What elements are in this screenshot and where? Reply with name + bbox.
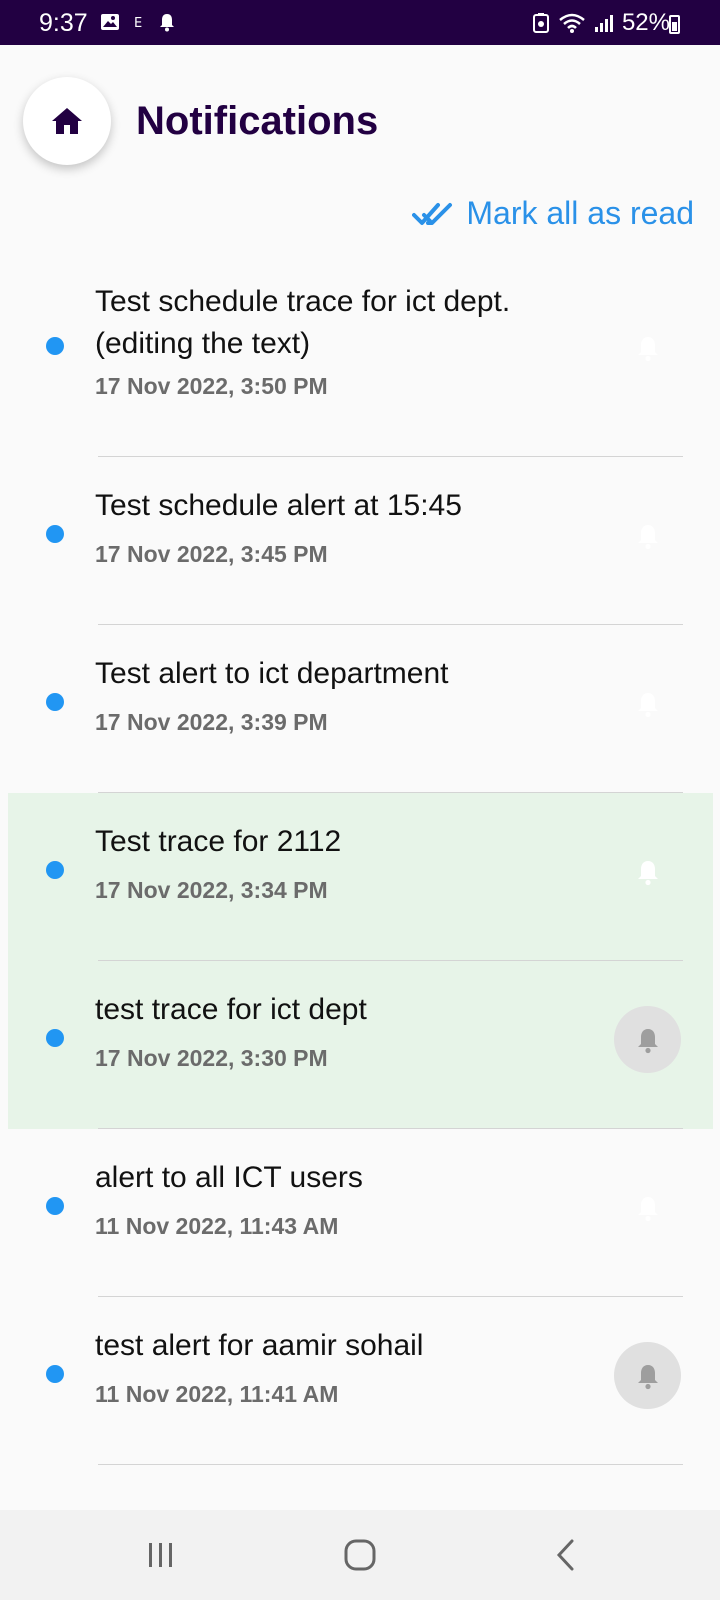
unread-dot — [46, 1365, 64, 1383]
battery-icon — [669, 15, 680, 34]
recent-apps-icon — [149, 1543, 172, 1567]
notification-time: 17 Nov 2022, 3:34 PM — [95, 877, 328, 903]
status-bar: 9:37 E 52% — [0, 0, 720, 45]
notification-item[interactable]: alert to all ICT users 11 Nov 2022, 11:4… — [8, 1129, 713, 1297]
notification-bell-button[interactable] — [614, 502, 681, 569]
page-title: Notifications — [136, 99, 379, 143]
notification-time: 11 Nov 2022, 11:43 AM — [95, 1213, 339, 1239]
bell-icon — [637, 524, 658, 549]
notification-item[interactable]: Test schedule alert at 15:45 17 Nov 2022… — [8, 457, 713, 625]
status-left-icons: E — [100, 12, 176, 32]
home-icon — [52, 108, 82, 134]
notification-bell-button[interactable] — [614, 314, 681, 381]
battery-saver-icon — [532, 13, 549, 33]
notification-bell-button[interactable] — [614, 1174, 681, 1241]
signal-icon — [594, 15, 613, 32]
wifi-icon — [559, 13, 585, 33]
unread-dot — [46, 1029, 64, 1047]
notification-item[interactable]: test alert for aamir sohail 11 Nov 2022,… — [8, 1297, 713, 1465]
bell-icon — [637, 860, 658, 885]
unread-dot — [46, 861, 64, 879]
mark-all-read-label: Mark all as read — [466, 195, 694, 231]
image-icon — [101, 14, 119, 30]
bell-icon — [637, 1028, 658, 1053]
notification-item[interactable]: Test alert to ict department 17 Nov 2022… — [8, 625, 713, 793]
bell-icon — [637, 336, 658, 361]
notification-title: Test alert to ict department — [95, 657, 449, 690]
home-button[interactable] — [23, 77, 111, 165]
notification-time: 17 Nov 2022, 3:50 PM — [95, 373, 328, 399]
notification-time: 11 Nov 2022, 11:41 AM — [95, 1381, 339, 1407]
notification-time: 17 Nov 2022, 3:30 PM — [95, 1045, 328, 1071]
app-e-icon: E — [134, 16, 142, 31]
back-button[interactable] — [506, 1510, 626, 1600]
notification-item[interactable]: test trace for ict dept 17 Nov 2022, 3:3… — [8, 961, 713, 1129]
back-chevron-icon — [556, 1539, 574, 1571]
notification-title: Test trace for 2112 — [95, 825, 342, 858]
bell-icon — [637, 692, 658, 717]
notification-list: Test schedule trace for ict dept. (editi… — [8, 251, 713, 1465]
bell-icon — [637, 1364, 658, 1389]
notification-title: test alert for aamir sohail — [95, 1329, 424, 1362]
app-header: Notifications — [0, 45, 720, 185]
notification-title: Test schedule alert at 15:45 — [95, 489, 462, 522]
home-nav-button[interactable] — [300, 1510, 420, 1600]
notification-bell-button[interactable] — [614, 1342, 681, 1409]
status-time: 9:37 — [39, 9, 88, 37]
notification-bell-icon — [160, 14, 174, 32]
svg-text:E: E — [134, 16, 142, 31]
battery-percentage: 52% — [621, 9, 670, 36]
bell-icon — [637, 1196, 658, 1221]
notification-title: alert to all ICT users — [95, 1161, 363, 1194]
unread-dot — [46, 525, 64, 543]
notification-time: 17 Nov 2022, 3:45 PM — [95, 541, 328, 567]
notification-time: 17 Nov 2022, 3:39 PM — [95, 709, 328, 735]
system-nav-bar — [0, 1510, 720, 1600]
notification-title: Test schedule trace for ict dept. (editi… — [95, 285, 511, 360]
notification-bell-button[interactable] — [614, 838, 681, 905]
notification-title: test trace for ict dept — [95, 993, 367, 1026]
mark-all-read-button[interactable]: Mark all as read — [412, 195, 694, 232]
notification-bell-button[interactable] — [614, 1006, 681, 1073]
home-circle-icon — [344, 1539, 376, 1571]
unread-dot — [46, 1197, 64, 1215]
recent-apps-button[interactable] — [101, 1510, 221, 1600]
double-check-icon — [412, 202, 453, 225]
status-right: 52% — [532, 9, 670, 37]
unread-dot — [46, 337, 64, 355]
notification-bell-button[interactable] — [614, 670, 681, 737]
notification-item[interactable]: Test trace for 2112 17 Nov 2022, 3:34 PM — [8, 793, 713, 961]
unread-dot — [46, 693, 64, 711]
notification-item[interactable]: Test schedule trace for ict dept. (editi… — [8, 251, 713, 457]
